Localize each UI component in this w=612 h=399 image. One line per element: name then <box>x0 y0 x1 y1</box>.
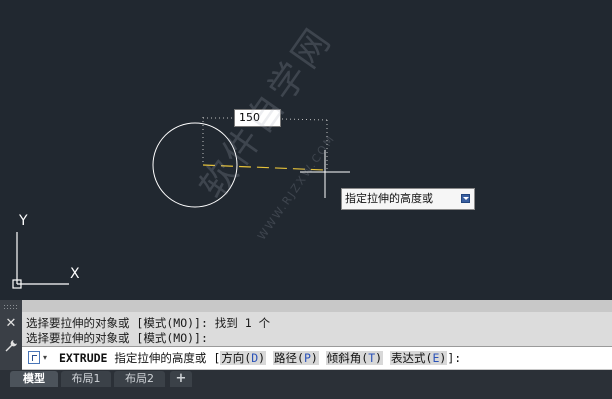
rubber-band-line <box>202 164 326 171</box>
command-line-grip[interactable]: ✕ <box>0 300 22 370</box>
wrench-icon[interactable] <box>4 339 18 353</box>
circle-profile[interactable] <box>152 122 238 208</box>
option-direction[interactable]: 方向(D) <box>220 351 267 365</box>
option-path[interactable]: 路径(P) <box>273 351 319 365</box>
command-input[interactable]: ▾ EXTRUDE 指定拉伸的高度或 [方向(D) 路径(P) 倾斜角(T) 表… <box>22 346 612 369</box>
ucs-y-label: Y <box>19 213 28 229</box>
ucs-icon <box>12 232 69 289</box>
viewport-graphics <box>12 117 350 289</box>
tab-layout1[interactable]: 布局1 <box>61 371 111 387</box>
command-prompt-icon[interactable] <box>28 351 40 364</box>
dimension-line-right <box>281 118 328 121</box>
history-line: 选择要拉伸的对象或 [模式(MO)]: 找到 1 个 <box>26 316 271 330</box>
history-line: 选择要拉伸的对象或 [模式(MO)]: <box>26 331 208 345</box>
dynamic-input-field[interactable]: 150 <box>234 109 281 127</box>
prompt-message: 指定拉伸的高度或 [ <box>114 351 221 365</box>
tooltip-dropdown-icon[interactable] <box>461 194 470 203</box>
command-line-panel: ✕ 选择要拉伸的对象或 [模式(MO)]: 找到 1 个 选择要拉伸的对象或 [… <box>0 300 612 370</box>
tab-layout2[interactable]: 布局2 <box>114 371 165 387</box>
layout-tab-bar: 模型 布局1 布局2 + <box>0 370 612 399</box>
add-layout-button[interactable]: + <box>170 371 192 387</box>
command-name: EXTRUDE <box>59 351 108 365</box>
option-expression[interactable]: 表达式(E) <box>390 351 448 365</box>
close-icon[interactable]: ✕ <box>4 317 18 331</box>
ucs-x-label: X <box>70 266 80 282</box>
tab-model[interactable]: 模型 <box>10 371 58 387</box>
option-taper-angle[interactable]: 倾斜角(T) <box>325 351 384 365</box>
command-tooltip[interactable]: 指定拉伸的高度或 <box>341 188 475 210</box>
drawing-viewport[interactable]: 150 指定拉伸的高度或 Y X 软件自学网 WWW.RJZXW.COM <box>0 0 612 300</box>
prompt-suffix: ]: <box>447 351 462 365</box>
tooltip-text: 指定拉伸的高度或 <box>345 192 433 205</box>
command-history: 选择要拉伸的对象或 [模式(MO)]: 找到 1 个 选择要拉伸的对象或 [模式… <box>22 312 612 346</box>
chevron-down-icon[interactable]: ▾ <box>43 347 47 369</box>
command-prompt-text: EXTRUDE 指定拉伸的高度或 [方向(D) 路径(P) 倾斜角(T) 表达式… <box>59 347 461 369</box>
grip-handle-icon[interactable] <box>3 304 19 310</box>
